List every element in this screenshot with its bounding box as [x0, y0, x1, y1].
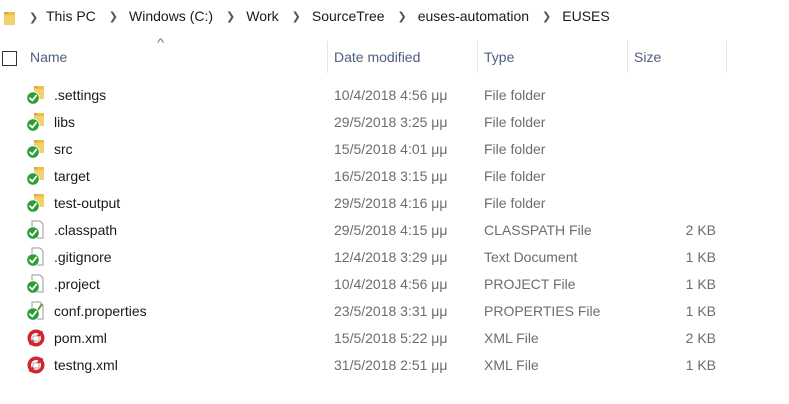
file-type: CLASSPATH File [484, 222, 592, 238]
file-size: 1 KB [685, 249, 716, 265]
file-size: 1 KB [685, 357, 716, 373]
folder-icon [4, 12, 15, 25]
breadcrumb-item[interactable]: This PC [46, 8, 96, 24]
folder-synced-icon [26, 112, 46, 132]
file-date-modified: 31/5/2018 2:51 μμ [334, 357, 448, 373]
file-type: File folder [484, 87, 546, 103]
breadcrumb-item[interactable]: euses-automation [418, 8, 529, 24]
folder-synced-icon [26, 85, 46, 105]
file-size: 1 KB [685, 303, 716, 319]
file-modified-icon [26, 355, 46, 375]
file-row[interactable]: testng.xml 31/5/2018 2:51 μμ XML File 1 KB [0, 352, 789, 379]
file-row[interactable]: .settings 10/4/2018 4:56 μμ File folder [0, 82, 789, 109]
file-name: .project [54, 276, 100, 292]
file-type: XML File [484, 357, 539, 373]
properties-synced-icon [26, 301, 46, 321]
breadcrumb-item[interactable]: Work [246, 8, 278, 24]
chevron-right-icon[interactable]: ❯ [542, 10, 551, 23]
file-type: File folder [484, 141, 546, 157]
column-header-name[interactable]: Name [30, 49, 67, 65]
address-bar[interactable]: ❯ This PC ❯ Windows (C:) ❯ Work ❯ SourceTree ❯ e… [0, 0, 789, 34]
file-row[interactable]: target 16/5/2018 3:15 μμ File folder [0, 163, 789, 190]
file-type: XML File [484, 330, 539, 346]
file-synced-icon [26, 274, 46, 294]
chevron-right-icon[interactable]: ❯ [109, 10, 118, 23]
file-date-modified: 29/5/2018 4:16 μμ [334, 195, 448, 211]
folder-synced-icon [26, 166, 46, 186]
file-row[interactable]: .project 10/4/2018 4:56 μμ PROJECT File 1 K… [0, 271, 789, 298]
sort-ascending-icon: ^ [157, 37, 164, 49]
file-name: .classpath [54, 222, 118, 238]
file-date-modified: 10/4/2018 4:56 μμ [334, 87, 448, 103]
file-row[interactable]: .classpath 29/5/2018 4:15 μμ CLASSPATH Fil… [0, 217, 789, 244]
file-date-modified: 23/5/2018 3:31 μμ [334, 303, 448, 319]
file-row[interactable]: test-output 29/5/2018 4:16 μμ File folder [0, 190, 789, 217]
chevron-right-icon[interactable]: ❯ [292, 10, 301, 23]
file-type: File folder [484, 195, 546, 211]
folder-synced-icon [26, 193, 46, 213]
file-date-modified: 29/5/2018 3:25 μμ [334, 114, 448, 130]
folder-synced-icon [26, 139, 46, 159]
file-date-modified: 10/4/2018 4:56 μμ [334, 276, 448, 292]
file-name: pom.xml [54, 330, 107, 346]
file-date-modified: 12/4/2018 3:29 μμ [334, 249, 448, 265]
file-name: src [54, 141, 73, 157]
breadcrumb-item[interactable]: SourceTree [312, 8, 385, 24]
file-row[interactable]: pom.xml 15/5/2018 5:22 μμ XML File 2 KB [0, 325, 789, 352]
column-divider[interactable] [477, 41, 478, 73]
select-all-checkbox[interactable] [2, 51, 17, 66]
file-row[interactable]: conf.properties 23/5/2018 3:31 μμ PROPERTI… [0, 298, 789, 325]
file-size: 2 KB [685, 330, 716, 346]
file-type: File folder [484, 114, 546, 130]
file-modified-icon [26, 328, 46, 348]
breadcrumb: This PC ❯ Windows (C:) ❯ Work ❯ SourceTree ❯ eus… [46, 8, 610, 24]
file-size: 1 KB [685, 276, 716, 292]
file-name: conf.properties [54, 303, 147, 319]
chevron-right-icon[interactable]: ❯ [226, 10, 235, 23]
column-divider[interactable] [627, 41, 628, 73]
file-synced-icon [26, 220, 46, 240]
file-name: testng.xml [54, 357, 118, 373]
file-name: .settings [54, 87, 107, 103]
file-row[interactable]: libs 29/5/2018 3:25 μμ File folder [0, 109, 789, 136]
chevron-right-icon[interactable]: ❯ [398, 10, 407, 23]
file-synced-icon [26, 247, 46, 267]
file-row[interactable]: src 15/5/2018 4:01 μμ File folder [0, 136, 789, 163]
column-header-size[interactable]: Size [634, 49, 661, 65]
breadcrumb-item[interactable]: Windows (C:) [129, 8, 213, 24]
file-name: .gitignore [54, 249, 112, 265]
column-header-date-modified[interactable]: Date modified [334, 49, 420, 65]
column-header-type[interactable]: Type [484, 49, 514, 65]
file-date-modified: 15/5/2018 5:22 μμ [334, 330, 448, 346]
column-divider[interactable] [726, 41, 727, 73]
file-type: PROJECT File [484, 276, 576, 292]
column-divider[interactable] [327, 41, 328, 73]
file-type: File folder [484, 168, 546, 184]
file-date-modified: 16/5/2018 3:15 μμ [334, 168, 448, 184]
file-date-modified: 29/5/2018 4:15 μμ [334, 222, 448, 238]
breadcrumb-item[interactable]: EUSES [562, 8, 609, 24]
file-name: libs [54, 114, 76, 130]
file-name: test-output [54, 195, 121, 211]
file-name: target [54, 168, 90, 184]
file-size: 2 KB [685, 222, 716, 238]
file-type: PROPERTIES File [484, 303, 601, 319]
chevron-right-icon[interactable]: ❯ [29, 11, 38, 24]
file-row[interactable]: .gitignore 12/4/2018 3:29 μμ Text Document… [0, 244, 789, 271]
file-date-modified: 15/5/2018 4:01 μμ [334, 141, 448, 157]
file-type: Text Document [484, 249, 578, 265]
